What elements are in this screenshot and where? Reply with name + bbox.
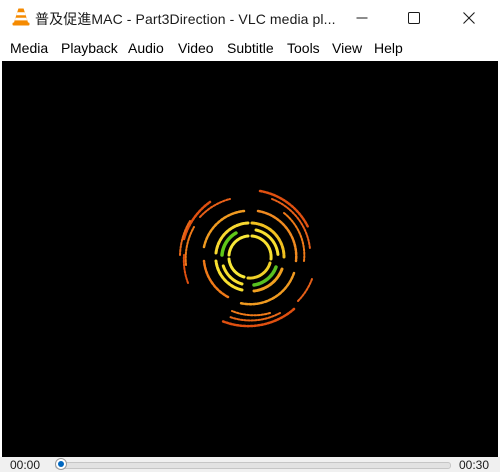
menu-view[interactable]: View <box>332 40 362 56</box>
vlc-cone-icon <box>12 8 30 26</box>
menu-subtitle[interactable]: Subtitle <box>227 40 274 56</box>
menu-bar: Media Playback Audio Video Subtitle Tool… <box>0 36 500 61</box>
close-button[interactable] <box>446 0 492 36</box>
audio-visualization <box>179 189 313 328</box>
menu-video[interactable]: Video <box>178 40 214 56</box>
video-area[interactable] <box>2 61 498 457</box>
menu-playback[interactable]: Playback <box>61 40 118 56</box>
maximize-icon <box>408 12 420 24</box>
vlc-window: 普及促進MAC - Part3Direction - VLC media pl.… <box>0 0 500 472</box>
minimize-icon <box>356 17 368 19</box>
minimize-button[interactable] <box>339 0 385 36</box>
maximize-button[interactable] <box>391 0 437 36</box>
title-bar[interactable]: 普及促進MAC - Part3Direction - VLC media pl.… <box>0 0 500 36</box>
menu-help[interactable]: Help <box>374 40 403 56</box>
menu-media[interactable]: Media <box>10 40 48 56</box>
elapsed-time: 00:00 <box>10 458 41 472</box>
total-time[interactable]: 00:30 <box>459 458 489 472</box>
seek-bar-panel: 00:00 00:30 <box>0 457 500 472</box>
window-title: 普及促進MAC - Part3Direction - VLC media pl.… <box>35 11 336 27</box>
menu-audio[interactable]: Audio <box>128 40 164 56</box>
seek-slider-handle[interactable] <box>55 458 67 470</box>
close-icon <box>463 12 475 24</box>
menu-tools[interactable]: Tools <box>287 40 320 56</box>
seek-slider-track[interactable] <box>55 462 451 469</box>
